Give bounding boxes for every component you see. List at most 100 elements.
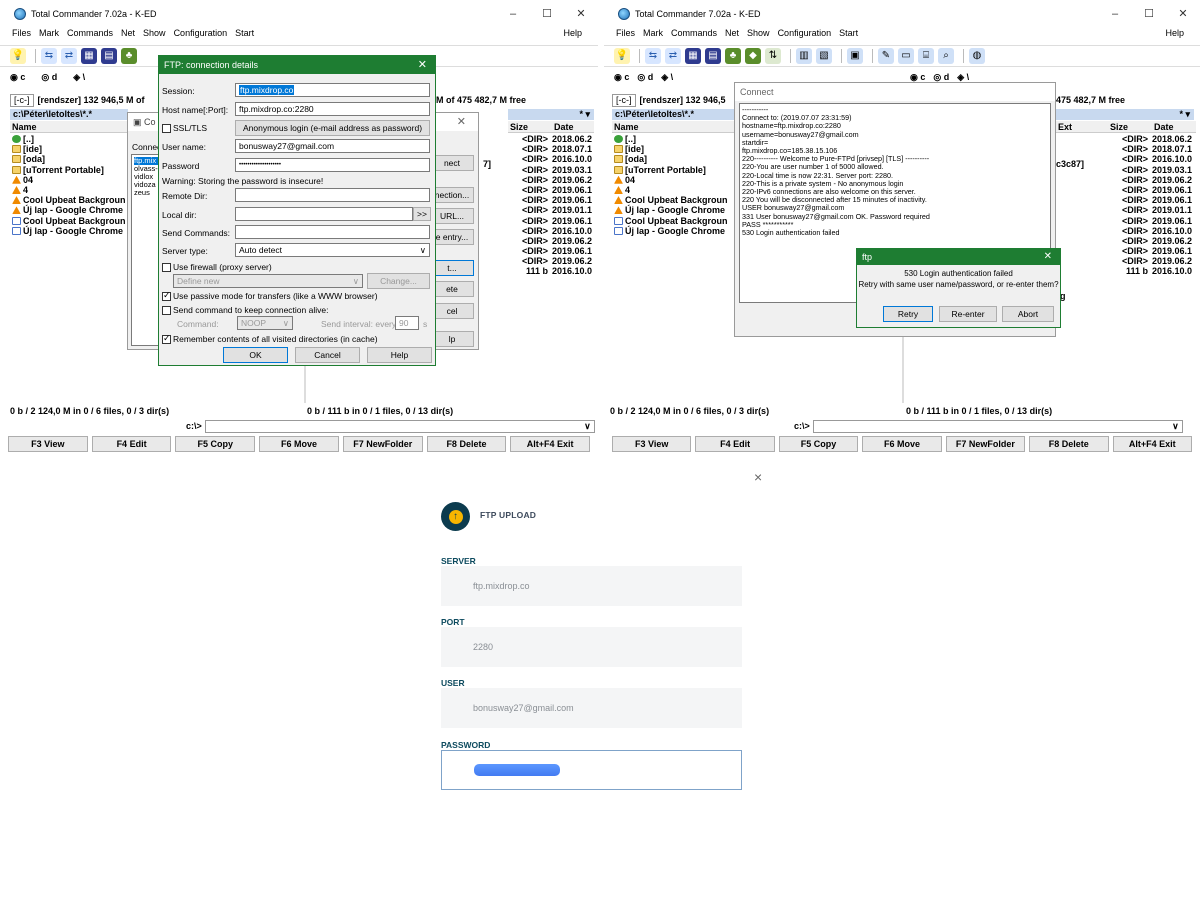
connect-button[interactable]: nect	[430, 155, 474, 171]
file-row[interactable]: <DIR> 2019.06.1	[508, 246, 596, 256]
briefcase-icon[interactable]: ▦	[685, 48, 701, 64]
f8-delete-button[interactable]: F8 Delete	[426, 436, 507, 452]
local-dir-field[interactable]	[235, 207, 413, 221]
modal-close-icon[interactable]: ×	[754, 469, 762, 485]
file-row[interactable]: [uTorrent Portable]	[12, 165, 130, 175]
drive-root-button[interactable]: ◈ \	[957, 72, 969, 83]
host-field[interactable]: ftp.mixdrop.co:2280	[235, 102, 430, 116]
drive-d-button[interactable]: ◎ d	[41, 72, 65, 83]
bulb-icon[interactable]: 💡	[614, 48, 630, 64]
file-row[interactable]: <DIR> 2019.03.1	[1108, 165, 1200, 175]
menu-commands[interactable]: Commands	[67, 28, 113, 44]
file-row[interactable]: <DIR> 2019.06.1	[1108, 185, 1200, 195]
edit-icon[interactable]: ✎	[878, 48, 894, 64]
file-row[interactable]: Új lap - Google Chrome	[614, 226, 738, 236]
help-button[interactable]: lp	[430, 331, 474, 347]
menu-files[interactable]: Files	[12, 28, 31, 44]
menu-mark[interactable]: Mark	[643, 28, 663, 44]
file-row[interactable]: <DIR> 2019.06.1	[508, 185, 596, 195]
file-row[interactable]: <DIR> 2019.06.2	[508, 256, 596, 266]
command-select[interactable]: NOOP ∨	[237, 316, 293, 330]
right-path-bar[interactable]: * ▾	[1056, 109, 1194, 120]
drive-c-button[interactable]: ◉ c	[614, 72, 629, 83]
drive-c-button[interactable]: ◉ c	[10, 72, 33, 83]
drive-c-button[interactable]: ◉ c	[910, 72, 925, 83]
file-row[interactable]: <DIR> 2019.06.1	[1108, 246, 1200, 256]
right-path-bar[interactable]: * ▾	[508, 109, 594, 120]
reenter-button[interactable]: Re-enter	[939, 306, 997, 322]
file-row[interactable]: <DIR> 2016.10.0	[1108, 154, 1200, 164]
file-row[interactable]: Cool Upbeat Backgroun	[12, 216, 130, 226]
firewall-checkbox[interactable]: Use firewall (proxy server)	[162, 262, 272, 273]
edit-button[interactable]: t...	[430, 260, 474, 276]
f3-view-button[interactable]: F3 View	[612, 436, 692, 452]
f3-view-button[interactable]: F3 View	[8, 436, 88, 452]
f4-edit-button[interactable]: F4 Edit	[695, 436, 775, 452]
unpack-icon[interactable]: ♣	[725, 48, 741, 64]
file-row[interactable]: <DIR> 2019.06.1	[508, 195, 596, 205]
file-row[interactable]: <DIR> 2016.10.0	[508, 154, 596, 164]
col-size[interactable]: Size	[1110, 121, 1154, 132]
menu-commands[interactable]: Commands	[671, 28, 717, 44]
session-field[interactable]: ftp.mixdrop.co	[235, 83, 430, 97]
minimize-icon[interactable]: –	[1098, 0, 1132, 28]
briefcase-icon[interactable]: ▦	[81, 48, 97, 64]
file-row[interactable]: <DIR> 2019.06.2	[1108, 256, 1200, 266]
view-icon[interactable]: ▭	[898, 48, 914, 64]
menu-show[interactable]: Show	[747, 28, 770, 44]
col-ext[interactable]: Ext	[1058, 121, 1110, 132]
menu-show[interactable]: Show	[143, 28, 166, 44]
file-row[interactable]: 111 b 2016.10.0	[1108, 266, 1200, 276]
file-row[interactable]: <DIR> 2019.06.2	[1108, 236, 1200, 246]
file-row[interactable]: <DIR> 2018.06.2	[508, 134, 596, 144]
file-row[interactable]: <DIR> 2019.03.1	[508, 165, 596, 175]
username-field[interactable]: bonusway27@gmail.com	[235, 139, 430, 153]
menu-help[interactable]: Help	[563, 28, 582, 38]
network-icon[interactable]: ⌸	[918, 48, 934, 64]
file-row[interactable]: [ide]	[12, 144, 130, 154]
menu-net[interactable]: Net	[725, 28, 739, 44]
help-button[interactable]: Help	[367, 347, 432, 363]
file-row[interactable]: <DIR> 2019.06.1	[1108, 195, 1200, 205]
menu-files[interactable]: Files	[616, 28, 635, 44]
cancel-button[interactable]: cel	[430, 303, 474, 319]
file-row[interactable]: [oda]	[614, 154, 738, 164]
minimize-icon[interactable]: –	[496, 0, 530, 28]
delete-button[interactable]: ete	[430, 281, 474, 297]
passive-mode-checkbox[interactable]: Use passive mode for transfers (like a W…	[162, 290, 378, 302]
new-url-button[interactable]: URL...	[430, 208, 474, 224]
drive-combo[interactable]: [-c-]	[10, 93, 34, 107]
drive-d-button[interactable]: ◎ d	[637, 72, 653, 83]
file-row[interactable]: 4	[12, 185, 130, 195]
keepalive-checkbox[interactable]: Send command to keep connection alive:	[162, 305, 328, 316]
remote-dir-field[interactable]	[235, 188, 430, 202]
notepad-icon[interactable]: ▣	[847, 48, 863, 64]
file-row[interactable]: Cool Upbeat Backgroun	[12, 195, 130, 205]
close-icon[interactable]: ✕	[1044, 249, 1052, 265]
retry-button[interactable]: Retry	[883, 306, 933, 322]
menu-mark[interactable]: Mark	[39, 28, 59, 44]
compare-icon[interactable]: ▥	[796, 48, 812, 64]
search-icon[interactable]: ⌕	[938, 48, 954, 64]
file-row[interactable]: <DIR> 2019.06.2	[1108, 175, 1200, 185]
password-field[interactable]: ••••••••••••••••••••	[235, 158, 430, 172]
file-row[interactable]: 04	[614, 175, 738, 185]
drive-root-button[interactable]: ◈ \	[73, 72, 93, 83]
remember-checkbox[interactable]: Remember contents of all visited directo…	[162, 333, 378, 345]
command-input[interactable]: ∨	[204, 419, 595, 433]
exit-button[interactable]: Alt+F4 Exit	[510, 436, 591, 452]
file-row[interactable]: <DIR> 2016.10.0	[1108, 226, 1200, 236]
command-input[interactable]: ∨	[812, 419, 1183, 433]
file-row[interactable]: Új lap - Google Chrome	[12, 205, 130, 215]
new-connection-button[interactable]: nection...	[430, 187, 474, 203]
file-row[interactable]: Cool Upbeat Backgroun	[614, 216, 738, 226]
sort-icon[interactable]: ⇅	[765, 48, 781, 64]
interval-field[interactable]: 90	[395, 316, 419, 330]
close-icon[interactable]: ✕	[418, 56, 427, 74]
left-path-bar[interactable]: c:\Péter\letoltes\*.*	[612, 109, 736, 120]
connection-list[interactable]: ftp.mix olvass-vidlox vidoza zeus	[131, 154, 161, 346]
f5-copy-button[interactable]: F5 Copy	[175, 436, 256, 452]
sync-icon[interactable]: ▧	[816, 48, 832, 64]
file-row[interactable]: <DIR> 2018.07.1	[508, 144, 596, 154]
f6-move-button[interactable]: F6 Move	[259, 436, 339, 452]
